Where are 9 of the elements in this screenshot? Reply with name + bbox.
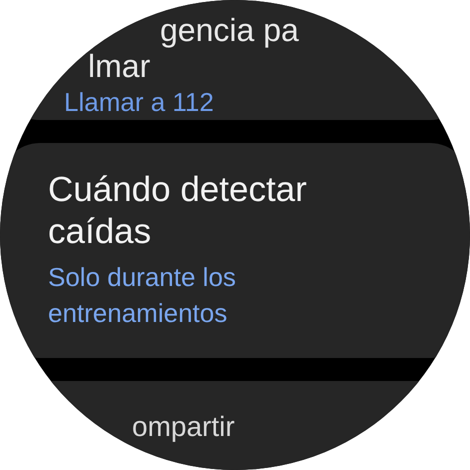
item-title: lmar <box>88 48 150 84</box>
item-title: gencia pa <box>160 12 299 48</box>
item-title: ompartir <box>132 411 235 443</box>
list-item-card[interactable]: Cuándo detectar caídas Solo durante los entrenamientos <box>0 143 470 358</box>
item-subtitle: Solo durante los <box>48 261 236 294</box>
item-title: Cuándo detectar <box>48 169 307 211</box>
item-subtitle: entrenamientos <box>48 297 228 330</box>
item-subtitle: Llamar a 112 <box>64 86 214 118</box>
item-title: caídas <box>48 211 152 253</box>
